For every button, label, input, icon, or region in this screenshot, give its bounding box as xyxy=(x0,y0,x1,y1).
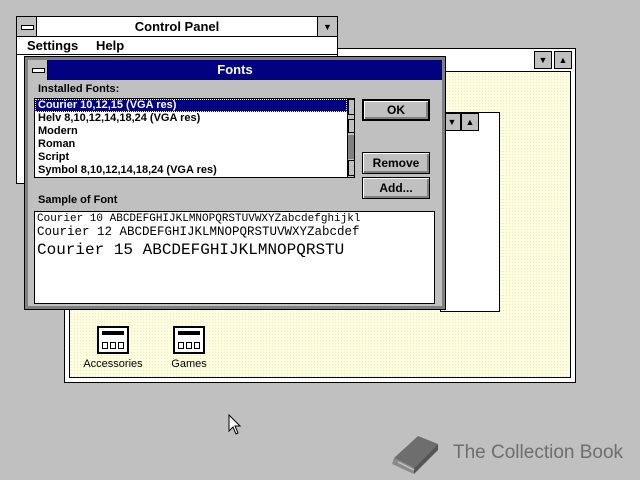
scroll-down-arrow-icon[interactable]: ▼ xyxy=(348,160,354,176)
scroll-up-arrow-icon[interactable]: ▲ xyxy=(461,113,479,131)
program-group-icon xyxy=(97,326,129,354)
scroll-up-arrow-icon[interactable]: ▲ xyxy=(554,51,572,69)
menu-settings[interactable]: Settings xyxy=(27,38,78,53)
font-list-item[interactable]: Script xyxy=(35,151,347,164)
font-list-scrollbar[interactable]: ▲ ▼ xyxy=(347,99,354,177)
menu-bar: Settings Help xyxy=(17,37,337,55)
sample-line-courier-15: Courier 15 ABCDEFGHIJKLMNOPQRSTU xyxy=(37,241,345,259)
group-label: Games xyxy=(171,358,207,370)
program-group-icon xyxy=(173,326,205,354)
control-panel-title: Control Panel xyxy=(17,17,337,37)
group-window[interactable]: ▼ ▲ xyxy=(440,112,500,312)
font-list-item[interactable]: Symbol 8,10,12,14,18,24 (VGA res) xyxy=(35,164,347,177)
fonts-dialog: Fonts Installed Fonts: Courier 10,12,15 … xyxy=(24,56,446,310)
installed-fonts-label: Installed Fonts: xyxy=(38,83,120,95)
font-list-item[interactable]: Courier 10,12,15 (VGA res) xyxy=(35,99,347,112)
font-list-item[interactable]: Roman xyxy=(35,138,347,151)
scroll-thumb[interactable] xyxy=(348,119,354,133)
watermark-text: The Collection Book xyxy=(453,442,624,463)
system-menu-icon[interactable] xyxy=(28,60,48,80)
group-icon-games[interactable]: Games xyxy=(144,326,234,370)
font-list-item[interactable]: Modern xyxy=(35,125,347,138)
sample-line-courier-12: Courier 12 ABCDEFGHIJKLMNOPQRSTUVWXYZabc… xyxy=(37,225,360,239)
mouse-cursor-icon xyxy=(228,414,242,435)
ok-button[interactable]: OK xyxy=(362,99,430,121)
font-sample-box: Courier 10 ABCDEFGHIJKLMNOPQRSTUVWXYZabc… xyxy=(34,211,435,304)
fonts-dialog-title: Fonts xyxy=(28,60,442,80)
menu-help[interactable]: Help xyxy=(96,38,124,53)
scroll-up-arrow-icon[interactable]: ▲ xyxy=(348,99,354,115)
sample-line-courier-10: Courier 10 ABCDEFGHIJKLMNOPQRSTUVWXYZabc… xyxy=(37,213,361,225)
system-menu-icon[interactable] xyxy=(17,17,37,36)
minimize-arrow-icon[interactable]: ▼ xyxy=(317,17,337,36)
installed-fonts-list[interactable]: Courier 10,12,15 (VGA res) Helv 8,10,12,1… xyxy=(34,98,355,178)
book-logo-icon xyxy=(392,436,438,474)
scroll-track[interactable] xyxy=(348,135,354,159)
remove-button[interactable]: Remove xyxy=(362,152,430,174)
sample-of-font-label: Sample of Font xyxy=(38,194,118,206)
scroll-down-arrow-icon[interactable]: ▼ xyxy=(534,51,552,69)
font-list-item[interactable]: Helv 8,10,12,14,18,24 (VGA res) xyxy=(35,112,347,125)
add-button[interactable]: Add... xyxy=(362,177,430,199)
